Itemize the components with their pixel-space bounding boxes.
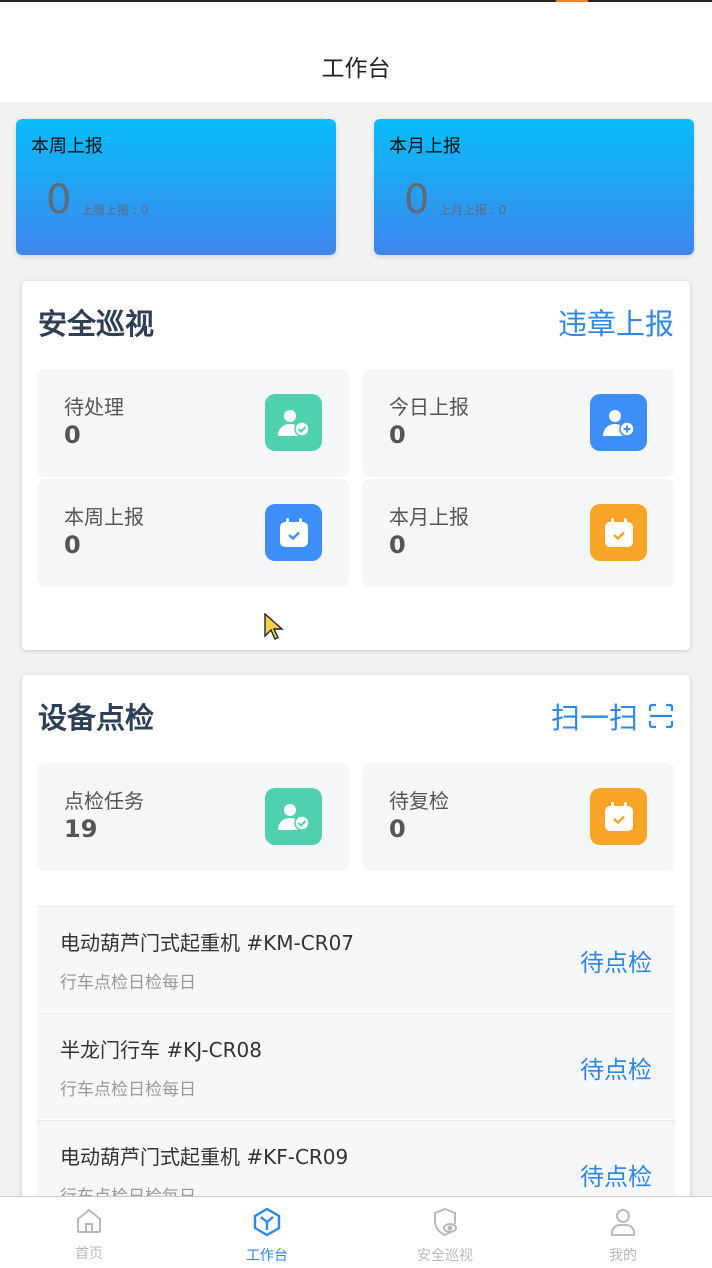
inspection-plan: 行车点检日检每日 [60,973,196,993]
equipment-name: 电动葫芦门式起重机 #KF-CR09 [60,1145,349,1169]
inspection-plan: 行车点检日检每日 [60,1182,196,1196]
bottom-tab-bar: 首页 工作台 安全巡视 我的 [0,1196,712,1268]
stat-week[interactable]: 本周上报 0 [37,479,349,587]
list-item[interactable]: 电动葫芦门式起重机 #KM-CR07 行车点检日检每日 待点检 [37,906,675,1012]
summary-previous: 上月上报 : 0 [439,203,507,217]
section-title: 安全巡视 [38,307,155,341]
tab-label: 我的 [609,1248,637,1264]
stat-today[interactable]: 今日上报 0 [362,369,674,477]
inspect-status-button[interactable]: 待点检 [580,1157,652,1192]
calendar-check-icon [265,504,322,561]
stat-label: 本周上报 [64,505,144,529]
equipment-name: 半龙门行车 #KJ-CR08 [60,1038,262,1062]
stat-value: 0 [389,531,406,559]
stat-month[interactable]: 本月上报 0 [362,479,674,587]
calendar-check-icon [590,788,647,845]
stat-value: 0 [64,421,81,449]
mouse-cursor [264,612,284,645]
stat-pending-recheck[interactable]: 待复检 0 [362,763,674,871]
summary-count: 0 [46,177,72,223]
stat-value: 0 [64,531,81,559]
scan-icon [648,703,674,729]
summary-label: 本周上报 [31,136,103,157]
inspect-status-button[interactable]: 待点检 [580,1050,652,1085]
list-item[interactable]: 半龙门行车 #KJ-CR08 行车点检日检每日 待点检 [37,1013,675,1119]
stat-inspection-tasks[interactable]: 点检任务 19 [37,763,349,871]
section-title: 设备点检 [38,701,155,735]
inspection-list: 电动葫芦门式起重机 #KM-CR07 行车点检日检每日 待点检 半龙门行车 #K… [37,906,675,1196]
home-icon [75,1207,103,1239]
stat-label: 待复检 [389,789,449,813]
stat-value: 0 [389,815,406,843]
violation-report-button[interactable]: 违章上报 [558,301,674,343]
summary-label: 本月上报 [389,136,461,157]
tab-safety-patrol[interactable]: 安全巡视 [356,1197,534,1268]
stat-value: 0 [389,421,406,449]
user-check-icon [265,788,322,845]
equipment-name: 电动葫芦门式起重机 #KM-CR07 [60,931,355,955]
tab-label: 首页 [75,1246,103,1262]
list-item[interactable]: 电动葫芦门式起重机 #KF-CR09 行车点检日检每日 待点检 [37,1120,675,1196]
inspect-status-button[interactable]: 待点检 [580,943,652,978]
summary-count: 0 [404,177,430,223]
summary-card-week[interactable]: 本周上报 0 上周上报 : 0 [16,119,336,255]
calendar-check-icon [590,504,647,561]
scan-button[interactable]: 扫一扫 [551,695,674,737]
safety-patrol-card: 安全巡视 违章上报 待处理 0 今日上报 0 本周上报 0 本月上报 0 [22,281,690,650]
page-title: 工作台 [321,56,391,82]
user-icon [608,1207,638,1241]
stat-label: 点检任务 [64,789,144,813]
shield-eye-icon [430,1207,460,1241]
stat-label: 今日上报 [389,395,469,419]
stat-pending[interactable]: 待处理 0 [37,369,349,477]
summary-previous: 上周上报 : 0 [81,203,149,217]
user-check-icon [265,394,322,451]
tab-workbench[interactable]: 工作台 [178,1197,356,1268]
inspection-plan: 行车点检日检每日 [60,1080,196,1100]
workbench-icon [252,1207,282,1241]
scan-label: 扫一扫 [550,701,638,735]
stat-label: 待处理 [64,395,124,419]
user-add-icon [590,394,647,451]
stat-label: 本月上报 [389,505,469,529]
summary-card-month[interactable]: 本月上报 0 上月上报 : 0 [374,119,694,255]
stat-value: 19 [64,815,98,843]
tab-label: 工作台 [246,1248,288,1264]
tab-home[interactable]: 首页 [0,1197,178,1268]
top-bar: 工作台 [0,2,712,102]
tab-mine[interactable]: 我的 [534,1197,712,1268]
tab-label: 安全巡视 [417,1248,473,1264]
